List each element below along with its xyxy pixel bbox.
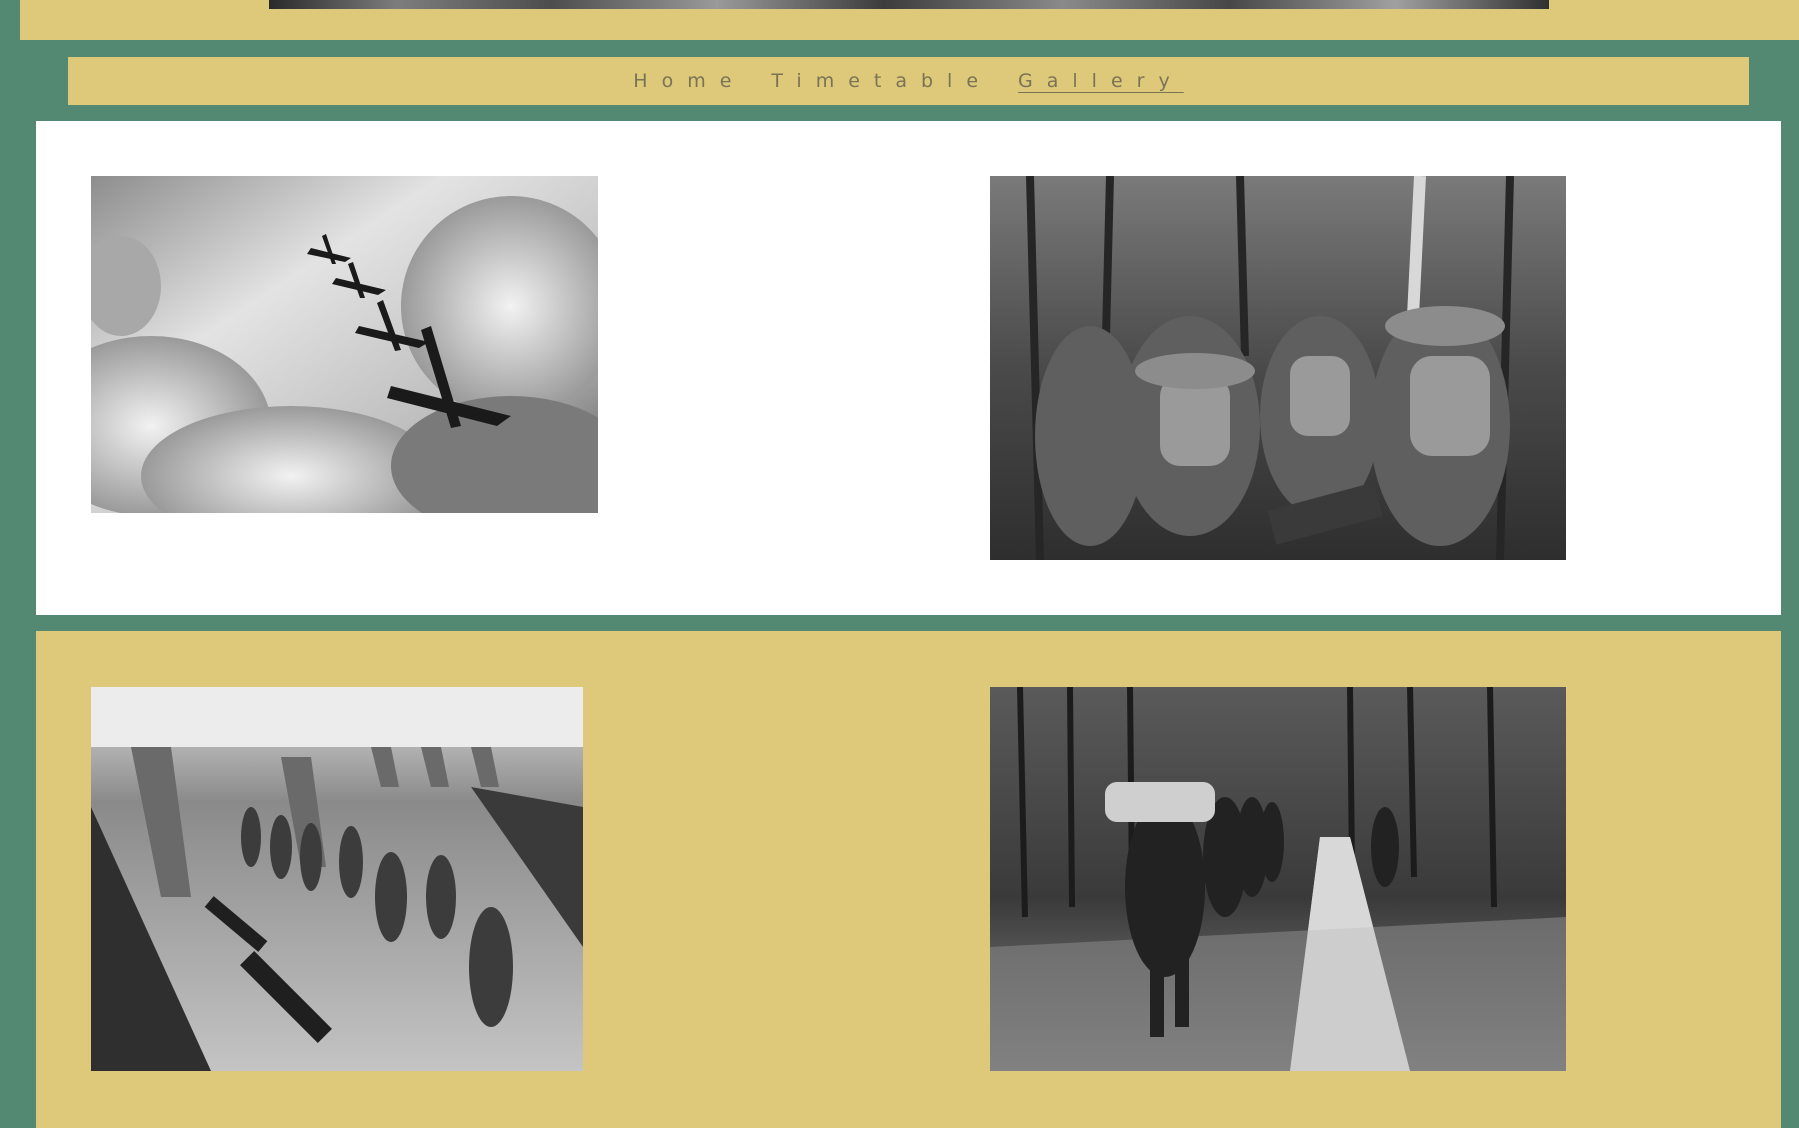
gallery-row-2 xyxy=(36,631,1781,1128)
nav-link-gallery[interactable]: Gallery xyxy=(1018,70,1184,92)
nav-link-home[interactable]: Home xyxy=(633,70,745,92)
gallery-row-1 xyxy=(36,121,1781,615)
gallery-photo-soldiers-forest[interactable] xyxy=(990,176,1566,560)
hero-image-bottom-edge xyxy=(269,0,1549,9)
gallery-photo-forest-path[interactable] xyxy=(990,687,1566,1071)
nav-link-timetable[interactable]: Timetable xyxy=(771,70,992,92)
gallery-photo-bombers[interactable] xyxy=(91,176,598,513)
hero-banner xyxy=(20,0,1799,40)
page: Home Timetable Gallery xyxy=(0,0,1799,1128)
main-navigation: Home Timetable Gallery xyxy=(68,57,1749,105)
gallery-photo-tank-traps[interactable] xyxy=(91,687,583,1071)
